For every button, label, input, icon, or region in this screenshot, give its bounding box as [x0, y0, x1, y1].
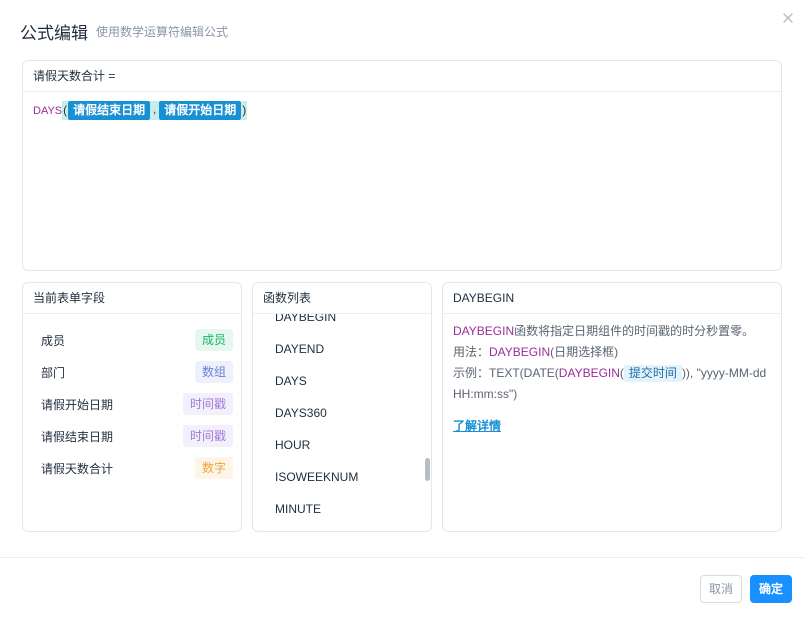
footer-divider [0, 557, 805, 558]
field-label: 部门 [41, 365, 66, 380]
dialog-title: 公式编辑 [20, 24, 88, 43]
example-field-chip: 提交时间 [623, 365, 682, 382]
formula-target-label: 请假天数合计 = [23, 61, 781, 92]
function-list-scrollbar[interactable] [425, 458, 430, 481]
field-label: 请假结束日期 [41, 429, 114, 444]
function-item[interactable]: MINUTE [275, 502, 321, 516]
field-type-badge: 时间戳 [182, 425, 233, 447]
usage-args: (日期选择框) [550, 345, 619, 359]
dialog-subtitle: 使用数学运算符编辑公式 [96, 25, 229, 39]
close-icon[interactable] [780, 10, 796, 26]
formula-close-paren: ) [241, 101, 248, 120]
function-list-title: 函数列表 [253, 283, 431, 314]
description-line: DAYBEGIN函数将指定日期组件的时间戳的时分秒置零。 [453, 321, 773, 342]
function-item[interactable]: DAYS360 [275, 406, 327, 420]
confirm-button[interactable]: 确定 [750, 575, 792, 603]
formula-separator: , [150, 101, 160, 120]
field-type-badge: 数字 [194, 457, 233, 479]
form-fields-panel: 当前表单字段 成员 成员 部门 数组 请假开始日期 时间戳 请假结束日期 时间戳… [22, 282, 242, 532]
function-item[interactable]: DAYEND [275, 342, 324, 356]
usage-label: 用法： [453, 345, 490, 359]
formula-arg-chip[interactable]: 请假结束日期 [68, 101, 151, 120]
field-type-badge: 数组 [194, 361, 233, 383]
formula-editor[interactable]: 请假天数合计 = DAYS ( 请假结束日期 , 请假开始日期 ) [22, 60, 782, 271]
formula-function-name: DAYS [33, 104, 63, 117]
function-list[interactable]: DAYBEGIN DAYEND DAYS DAYS360 HOUR ISOWEE… [253, 314, 431, 531]
example-prefix: TEXT(DATE( [489, 366, 559, 380]
field-label: 成员 [41, 333, 66, 348]
formula-expression[interactable]: DAYS ( 请假结束日期 , 请假开始日期 ) [33, 101, 248, 120]
example-function-name: DAYBEGIN [558, 366, 620, 380]
function-item[interactable]: ISOWEEKNUM [275, 470, 358, 484]
function-item[interactable]: HOUR [275, 438, 310, 452]
learn-more-link[interactable]: 了解详情 [453, 417, 501, 434]
field-label: 请假开始日期 [41, 397, 114, 412]
example-line: 示例：TEXT(DATE(DAYBEGIN(提交时间)), "yyyy-MM-d… [453, 363, 773, 405]
description-function-name: DAYBEGIN [453, 324, 515, 338]
form-fields-title: 当前表单字段 [23, 283, 241, 314]
formula-arg-chip[interactable]: 请假开始日期 [159, 101, 242, 120]
field-type-badge: 成员 [194, 329, 233, 351]
function-item[interactable]: DAYS [275, 374, 307, 388]
field-item[interactable]: 请假结束日期 时间戳 [41, 425, 233, 447]
function-item[interactable]: DAYBEGIN [275, 314, 336, 324]
function-detail-panel: DAYBEGIN DAYBEGIN函数将指定日期组件的时间戳的时分秒置零。 用法… [442, 282, 782, 532]
field-item[interactable]: 成员 成员 [41, 329, 233, 351]
function-list-panel: 函数列表 DAYBEGIN DAYEND DAYS DAYS360 HOUR I… [252, 282, 432, 532]
usage-line: 用法：DAYBEGIN(日期选择框) [453, 342, 773, 363]
field-item[interactable]: 部门 数组 [41, 361, 233, 383]
function-detail-title: DAYBEGIN [443, 283, 781, 314]
formula-edit-dialog: 公式编辑 使用数学运算符编辑公式 请假天数合计 = DAYS ( 请假结束日期 … [0, 0, 805, 619]
usage-function-name: DAYBEGIN [489, 345, 551, 359]
example-label: 示例： [453, 366, 490, 380]
function-description: DAYBEGIN函数将指定日期组件的时间戳的时分秒置零。 用法：DAYBEGIN… [453, 321, 773, 405]
field-item[interactable]: 请假天数合计 数字 [41, 457, 233, 479]
field-item[interactable]: 请假开始日期 时间戳 [41, 393, 233, 415]
field-label: 请假天数合计 [41, 461, 114, 476]
field-type-badge: 时间戳 [182, 393, 233, 415]
description-text: 函数将指定日期组件的时间戳的时分秒置零。 [514, 324, 755, 338]
cancel-button[interactable]: 取消 [700, 575, 742, 603]
